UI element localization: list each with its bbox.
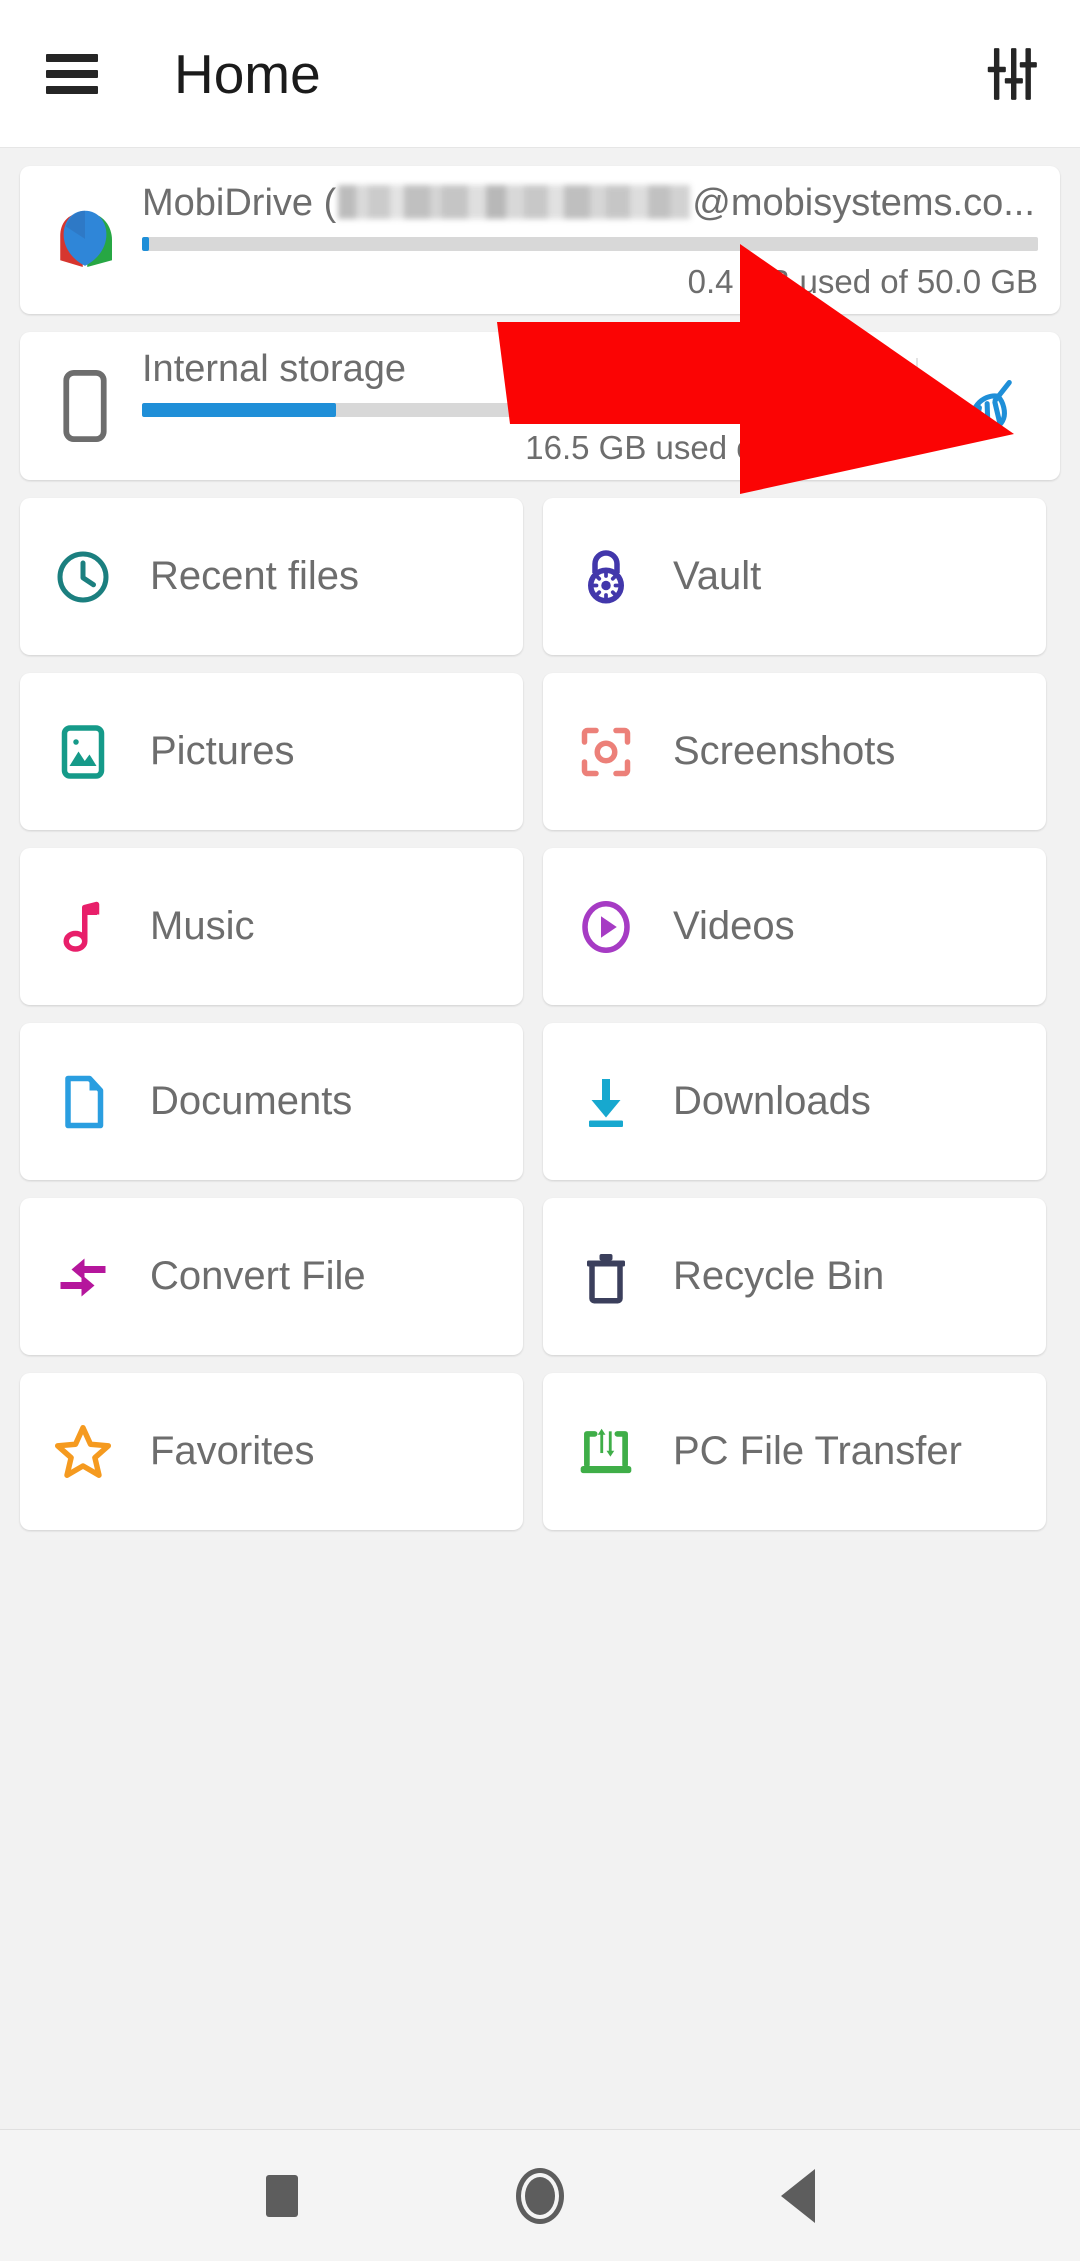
tile-label: Documents bbox=[150, 1079, 353, 1123]
video-play-icon bbox=[573, 894, 639, 960]
tile-label: Vault bbox=[673, 554, 762, 598]
masked-email-redaction bbox=[338, 185, 691, 219]
tile-label: Pictures bbox=[150, 729, 295, 773]
home-circle-glyph bbox=[516, 2167, 564, 2224]
trash-bin-icon bbox=[573, 1244, 639, 1310]
tile-convert-file[interactable]: Convert File bbox=[20, 1198, 523, 1355]
android-navigation-bar bbox=[0, 2129, 1080, 2261]
storage-card-internal[interactable]: Internal storage 16.5 GB used of 64.0 GB bbox=[20, 332, 1060, 480]
document-icon bbox=[50, 1069, 116, 1135]
clock-icon bbox=[50, 544, 116, 610]
tile-label: Convert File bbox=[150, 1254, 366, 1298]
pc-transfer-icon bbox=[573, 1419, 639, 1485]
picture-icon bbox=[50, 719, 116, 785]
tune-sliders-icon[interactable] bbox=[980, 43, 1042, 105]
tile-label: Favorites bbox=[150, 1429, 315, 1473]
star-icon bbox=[50, 1419, 116, 1485]
broom-cleanup-icon[interactable] bbox=[916, 358, 1060, 454]
storage-card-mobidrive[interactable]: MobiDrive ( @mobisystems.co... 0.4 GB us… bbox=[20, 166, 1060, 314]
convert-file-icon bbox=[50, 1244, 116, 1310]
tile-pictures[interactable]: Pictures bbox=[20, 673, 523, 830]
tile-recycle-bin[interactable]: Recycle Bin bbox=[543, 1198, 1046, 1355]
tile-label: Screenshots bbox=[673, 729, 896, 773]
shortcut-tile-grid: Recent files Vault Pictures Screenshots … bbox=[20, 498, 1060, 1530]
tile-music[interactable]: Music bbox=[20, 848, 523, 1005]
page-title: Home bbox=[174, 42, 321, 105]
tile-label: PC File Transfer bbox=[673, 1429, 962, 1473]
back-triangle-glyph bbox=[781, 2168, 815, 2223]
tile-pc-file-transfer[interactable]: PC File Transfer bbox=[543, 1373, 1046, 1530]
home-content: MobiDrive ( @mobisystems.co... 0.4 GB us… bbox=[0, 148, 1080, 2129]
recents-square-glyph bbox=[266, 2174, 298, 2217]
app-bar: Home bbox=[0, 0, 1080, 148]
tile-screenshots[interactable]: Screenshots bbox=[543, 673, 1046, 830]
recents-square-icon[interactable] bbox=[247, 2161, 317, 2231]
mobidrive-cloud-logo bbox=[42, 204, 128, 276]
storage-name-internal: Internal storage bbox=[142, 345, 894, 393]
tile-label: Videos bbox=[673, 904, 795, 948]
tile-downloads[interactable]: Downloads bbox=[543, 1023, 1046, 1180]
storage-info-internal: Internal storage 16.5 GB used of 64.0 GB bbox=[128, 345, 916, 467]
tile-documents[interactable]: Documents bbox=[20, 1023, 523, 1180]
hamburger-line bbox=[46, 53, 98, 62]
vault-lock-icon bbox=[573, 544, 639, 610]
screenshot-icon bbox=[573, 719, 639, 785]
tile-videos[interactable]: Videos bbox=[543, 848, 1046, 1005]
music-note-icon bbox=[50, 894, 116, 960]
storage-usage-internal: 16.5 GB used of 64.0 GB bbox=[525, 429, 894, 466]
tile-label: Downloads bbox=[673, 1079, 871, 1123]
storage-info-mobidrive: MobiDrive ( @mobisystems.co... 0.4 GB us… bbox=[128, 179, 1060, 301]
tile-favorites[interactable]: Favorites bbox=[20, 1373, 523, 1530]
phone-device-icon bbox=[42, 370, 128, 442]
storage-progress-internal bbox=[142, 403, 894, 417]
tile-vault[interactable]: Vault bbox=[543, 498, 1046, 655]
download-icon bbox=[573, 1069, 639, 1135]
storage-name-prefix: Internal storage bbox=[142, 348, 407, 390]
storage-name-suffix: @mobisystems.co... bbox=[692, 182, 1035, 224]
tile-recent-files[interactable]: Recent files bbox=[20, 498, 523, 655]
storage-usage-mobidrive: 0.4 GB used of 50.0 GB bbox=[687, 263, 1038, 300]
storage-progress-fill bbox=[142, 403, 337, 417]
storage-progress-fill bbox=[142, 237, 150, 251]
tile-label: Music bbox=[150, 904, 255, 948]
storage-name-prefix: MobiDrive ( bbox=[142, 182, 337, 224]
hamburger-menu-icon[interactable] bbox=[46, 53, 98, 94]
tile-label: Recent files bbox=[150, 554, 359, 598]
tile-label: Recycle Bin bbox=[673, 1254, 885, 1298]
storage-progress-mobidrive bbox=[142, 237, 1038, 251]
home-circle-icon[interactable] bbox=[505, 2161, 575, 2231]
hamburger-line bbox=[46, 85, 98, 94]
hamburger-line bbox=[46, 69, 98, 78]
storage-name-mobidrive: MobiDrive ( @mobisystems.co... bbox=[142, 179, 1038, 227]
back-triangle-icon[interactable] bbox=[763, 2161, 833, 2231]
